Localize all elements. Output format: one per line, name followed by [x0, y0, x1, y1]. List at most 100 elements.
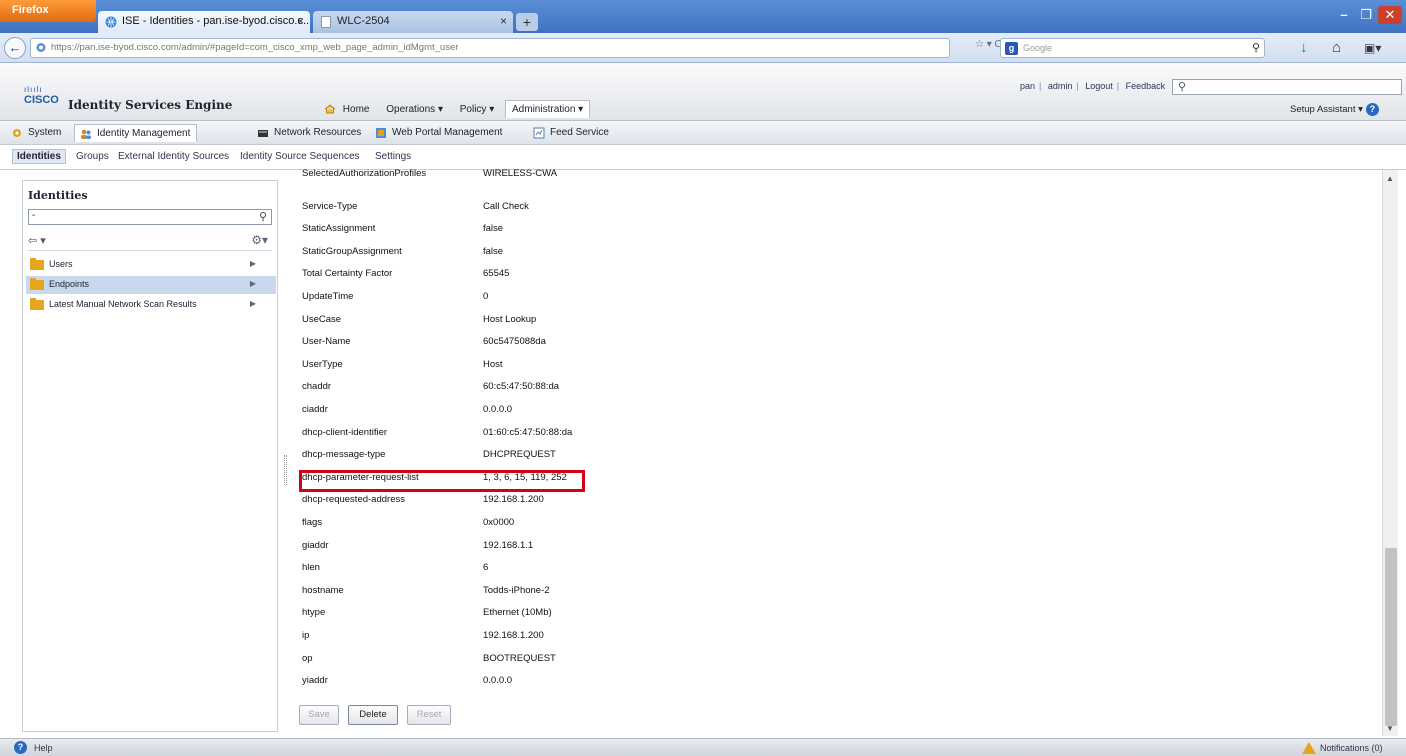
attribute-name: Service-Type — [302, 200, 358, 212]
attribute-value: 0.0.0.0 — [483, 675, 513, 687]
maximize-button[interactable]: ❐ — [1356, 6, 1376, 24]
menu-web-portal-management[interactable]: Web Portal Management — [370, 124, 508, 142]
expand-icon[interactable]: ▶ — [250, 299, 256, 308]
user-link[interactable]: pan — [1020, 81, 1035, 91]
home-icon[interactable]: ⌂ — [1332, 39, 1341, 56]
gear-icon — [13, 129, 21, 137]
feedback-link[interactable]: Feedback — [1126, 81, 1166, 91]
panel-splitter[interactable] — [284, 455, 287, 485]
attribute-value: 65545 — [483, 268, 510, 280]
attribute-name: UserType — [302, 358, 343, 370]
tree-search-input[interactable]: - ⚲ — [28, 209, 272, 225]
site-identity-icon — [36, 43, 46, 52]
submenu-identity-source-sequences[interactable]: Identity Source Sequences — [240, 151, 360, 162]
close-tab-icon[interactable]: × — [297, 14, 304, 28]
user-links: pan | admin | Logout | Feedback — [1020, 81, 1166, 91]
back-arrow-icon[interactable]: ⇦ ▾ — [28, 234, 46, 247]
top-menu: Home Operations ▾ Policy ▾ Administratio… — [318, 100, 592, 118]
attribute-value: 60:c5:47:50:88:da — [483, 381, 560, 393]
close-window-button[interactable]: ✕ — [1378, 6, 1402, 24]
attribute-name: ip — [302, 630, 310, 641]
home-icon — [324, 104, 336, 114]
submenu-identities[interactable]: Identities — [12, 149, 66, 164]
expand-icon[interactable]: ▶ — [250, 259, 256, 268]
bookmark-star-icon[interactable]: ☆ ▾ C — [975, 39, 1002, 50]
menu-network-resources[interactable]: Network Resources — [252, 124, 367, 142]
attribute-name: hlen — [302, 562, 320, 574]
help-icon[interactable]: ? — [14, 741, 27, 754]
submenu-external-identity-sources[interactable]: External Identity Sources — [118, 151, 229, 162]
expand-icon[interactable]: ▶ — [250, 279, 256, 288]
attribute-value: Host Lookup — [483, 313, 537, 325]
scrollbar-thumb[interactable] — [1385, 548, 1397, 726]
page-icon — [321, 16, 331, 28]
attribute-name: dhcp-client-identifier — [302, 426, 388, 438]
back-arrow-icon[interactable]: ← — [4, 37, 26, 59]
browser-search-box[interactable]: g Google ⚲ — [1000, 38, 1265, 58]
gear-icon[interactable]: ⚙▾ — [251, 233, 268, 247]
notifications-link[interactable]: Notifications (0) — [1320, 743, 1383, 753]
menu-icon[interactable]: ▣▾ — [1364, 41, 1381, 55]
attribute-value: false — [483, 223, 504, 235]
help-link[interactable]: Help — [34, 743, 53, 753]
attribute-name: User-Name — [302, 336, 351, 348]
tree-item-users[interactable]: Users ▶ — [26, 256, 276, 274]
attribute-name: ciaddr — [302, 404, 328, 415]
cisco-logo: ılıılı CISCO — [24, 85, 59, 106]
scroll-up-icon[interactable]: ▲ — [1386, 174, 1394, 183]
attribute-name: op — [302, 652, 313, 664]
attribute-value: Host — [483, 358, 503, 370]
menu-operations[interactable]: Operations ▾ — [380, 101, 449, 118]
save-button[interactable]: Save — [299, 705, 339, 725]
search-icon[interactable]: ⚲ — [1252, 41, 1260, 54]
product-title: Identity Services Engine — [68, 98, 233, 112]
admin-link[interactable]: admin — [1048, 81, 1073, 91]
identities-panel: Identities - ⚲ ⇦ ▾ ⚙▾ Users ▶ Endpoints … — [22, 180, 278, 732]
attribute-name: StaticAssignment — [302, 223, 376, 235]
tree-item-endpoints[interactable]: Endpoints ▶ — [26, 276, 276, 294]
tree-item-network-scan-results[interactable]: Latest Manual Network Scan Results ▶ — [26, 296, 276, 314]
attribute-value: false — [483, 245, 504, 257]
highlight-annotation — [299, 470, 585, 492]
delete-button[interactable]: Delete — [348, 705, 398, 725]
attribute-name: htype — [302, 607, 326, 619]
address-bar[interactable]: https://pan.ise-byod.cisco.com/admin/#pa… — [30, 38, 950, 58]
browser-nav-bar: ← https://pan.ise-byod.cisco.com/admin/#… — [0, 33, 1406, 63]
attribute-value: 192.168.1.1 — [483, 539, 534, 551]
attribute-value: 6 — [483, 562, 489, 574]
warning-icon — [1302, 742, 1316, 754]
submenu-groups[interactable]: Groups — [76, 151, 109, 162]
logout-link[interactable]: Logout — [1085, 81, 1113, 91]
attribute-name: UseCase — [302, 313, 342, 325]
menu-feed-service[interactable]: Feed Service — [528, 124, 615, 142]
tab-wlc[interactable]: WLC-2504 × — [313, 11, 513, 33]
new-tab-button[interactable]: + — [516, 13, 538, 31]
tab-ise-identities[interactable]: ISE - Identities - pan.ise-byod.cisco.c.… — [98, 11, 310, 33]
help-icon[interactable]: ? — [1365, 103, 1379, 116]
attribute-name: SelectedAuthorizationProfiles — [302, 168, 427, 179]
ise-search-input[interactable]: ⚲ — [1172, 79, 1402, 95]
menu-system[interactable]: System — [6, 124, 67, 142]
folder-icon — [30, 278, 44, 290]
ise-header: ılıılı CISCO Identity Services Engine pa… — [0, 63, 1406, 121]
close-tab-icon[interactable]: × — [500, 14, 507, 28]
menu-policy[interactable]: Policy ▾ — [454, 101, 500, 118]
menu-administration[interactable]: Administration ▾ — [505, 100, 591, 118]
menu-identity-management[interactable]: Identity Management — [74, 124, 198, 142]
attribute-name: StaticGroupAssignment — [302, 245, 402, 257]
reset-button[interactable]: Reset — [407, 705, 451, 725]
setup-assistant-menu[interactable]: Setup Assistant ▾? — [1290, 103, 1379, 116]
firefox-menu-button[interactable]: Firefox — [0, 0, 96, 22]
submenu-settings[interactable]: Settings — [375, 151, 411, 162]
vertical-scrollbar[interactable]: ▲ ▼ — [1382, 170, 1398, 736]
minimize-button[interactable]: – — [1332, 6, 1356, 24]
endpoint-attributes: SelectedAuthorizationProfiles WIRELESS-CW… — [292, 168, 1382, 736]
tab-label: WLC-2504 — [337, 15, 390, 27]
search-icon[interactable]: ⚲ — [259, 210, 267, 223]
attribute-name: dhcp-message-type — [302, 449, 386, 461]
feed-icon — [533, 127, 545, 139]
menu-home[interactable]: Home — [318, 101, 375, 118]
download-icon[interactable]: ↓ — [1300, 39, 1308, 56]
admin-menu: System Identity Management Network Resou… — [0, 121, 1406, 145]
scroll-down-icon[interactable]: ▼ — [1386, 724, 1394, 733]
